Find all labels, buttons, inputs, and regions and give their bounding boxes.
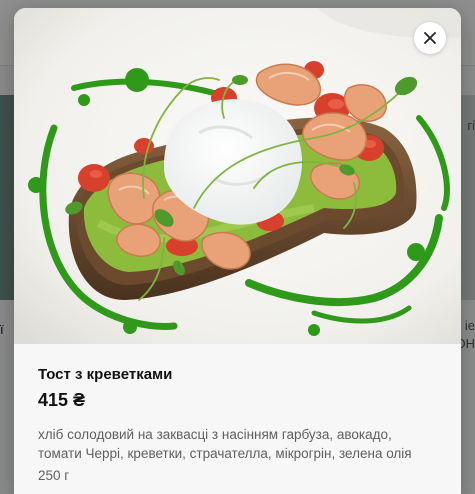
- shrimp-avocado-toast-photo: [14, 8, 461, 344]
- product-photo: [14, 8, 461, 344]
- product-modal: Тост з креветками 415 ₴ хліб солодовий н…: [14, 8, 461, 494]
- product-description: хліб солодовий на заквасці з насінням га…: [38, 427, 412, 461]
- close-button[interactable]: [414, 22, 446, 54]
- product-price: 415 ₴: [38, 390, 86, 410]
- product-weight: 250 г: [38, 468, 70, 483]
- product-info: Тост з креветками 415 ₴ хліб солодовий н…: [14, 344, 461, 494]
- product-title: Тост з креветками: [38, 366, 173, 383]
- close-icon: [424, 32, 436, 44]
